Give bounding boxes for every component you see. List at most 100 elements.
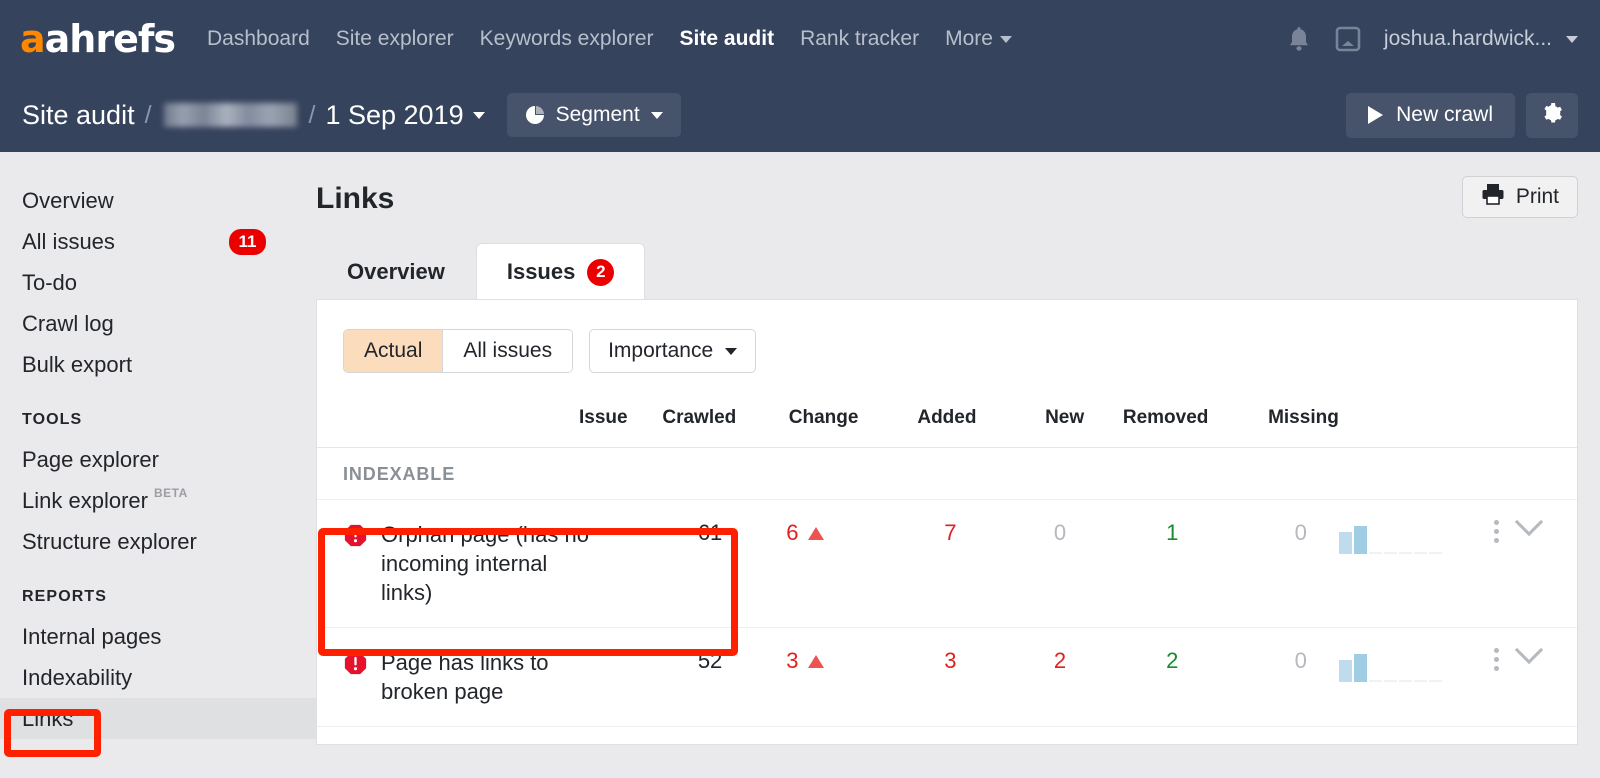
table-group-row-indexable: INDEXABLE: [317, 447, 1577, 500]
col-header-missing[interactable]: Missing: [1208, 397, 1339, 448]
chevron-down-icon: [725, 347, 738, 355]
sidebar-item-indexability[interactable]: Indexability: [0, 657, 316, 698]
cell-issue: Page has links to broken page: [317, 627, 628, 727]
print-label: Print: [1515, 185, 1559, 208]
sidebar-item-crawl-log[interactable]: Crawl log: [0, 303, 316, 344]
sidebar: Overview All issues 11 To-do Crawl log B…: [0, 152, 316, 778]
issue-title: Orphan page (has no incoming internal li…: [381, 522, 589, 605]
nav-link-keywords-explorer[interactable]: Keywords explorer: [480, 27, 654, 51]
table-row-broken-page-links[interactable]: Page has links to broken page 52 3 3 2 2…: [317, 627, 1577, 727]
chevron-down-icon: [650, 111, 663, 119]
col-header-sparkline: [1338, 397, 1474, 448]
row-menu-icon[interactable]: [1473, 520, 1519, 543]
nav-link-site-explorer[interactable]: Site explorer: [336, 27, 454, 51]
breadcrumb-project-redacted[interactable]: [163, 103, 297, 127]
sidebar-item-structure-explorer[interactable]: Structure explorer: [0, 521, 316, 562]
cell-crawled: 61: [627, 499, 737, 628]
col-header-removed[interactable]: Removed: [1084, 397, 1209, 448]
chevron-down-icon: [999, 35, 1012, 43]
nav-link-dashboard[interactable]: Dashboard: [207, 27, 310, 51]
cell-row-expand: [1514, 499, 1577, 628]
sidebar-badge-count: 11: [229, 228, 266, 255]
printer-icon: [1481, 183, 1505, 211]
importance-dropdown[interactable]: Importance: [589, 329, 757, 373]
cell-sparkline: [1338, 499, 1474, 628]
filter-all-issues-button[interactable]: All issues: [442, 330, 573, 372]
tab-issues[interactable]: Issues 2: [475, 243, 646, 300]
filter-actual-button[interactable]: Actual: [344, 330, 443, 372]
issues-table-body: INDEXABLE Orphan page (has no incoming i…: [317, 447, 1577, 744]
col-header-added[interactable]: Added: [858, 397, 977, 448]
col-header-change[interactable]: Change: [736, 397, 859, 448]
cell-added: [858, 726, 977, 744]
issues-table-head: Issue Crawled Change Added New Removed M…: [317, 397, 1577, 448]
change-value: 6: [786, 520, 799, 545]
sidebar-item-label: Overview: [22, 187, 114, 213]
nav-link-site-audit[interactable]: Site audit: [680, 27, 775, 51]
gear-icon: [1540, 101, 1564, 130]
tab-overview[interactable]: Overview: [316, 243, 476, 300]
chevron-down-icon[interactable]: [1514, 635, 1544, 665]
cell-sparkline: [1338, 726, 1474, 744]
app-root: a ahrefs Dashboard Site explorer Keywords…: [0, 0, 1600, 778]
row-menu-icon[interactable]: [1473, 648, 1519, 671]
cell-crawled: 52: [627, 627, 737, 727]
sidebar-item-all-issues[interactable]: All issues 11: [0, 221, 316, 262]
cell-change: [736, 726, 859, 744]
col-header-expand: [1518, 397, 1577, 448]
user-menu[interactable]: joshua.hardwick...: [1384, 27, 1578, 51]
cell-row-expand: [1514, 627, 1577, 727]
sidebar-item-links[interactable]: Links: [0, 698, 316, 739]
chevron-down-icon[interactable]: [1514, 507, 1544, 537]
chat-icon[interactable]: [1334, 25, 1362, 53]
arrow-up-icon: [808, 526, 825, 540]
breadcrumb-site-audit[interactable]: Site audit: [22, 100, 135, 131]
nav-link-more[interactable]: More: [945, 27, 1012, 51]
cell-missing: [1208, 726, 1339, 744]
col-header-crawled[interactable]: Crawled: [627, 397, 737, 448]
breadcrumb-date-selector[interactable]: 1 Sep 2019: [325, 99, 485, 131]
sidebar-item-bulk-export[interactable]: Bulk export: [0, 344, 316, 385]
sidebar-item-page-explorer[interactable]: Page explorer: [0, 439, 316, 480]
play-icon: [1368, 106, 1384, 124]
sidebar-item-link-explorer[interactable]: Link explorer BETA: [0, 480, 316, 521]
table-row-orphan-page[interactable]: Orphan page (has no incoming internal li…: [317, 499, 1577, 628]
ahrefs-logo[interactable]: a ahrefs: [20, 17, 176, 61]
new-crawl-button[interactable]: New crawl: [1346, 92, 1515, 138]
cell-sparkline: [1338, 627, 1474, 727]
sidebar-item-label: Bulk export: [22, 351, 133, 377]
sidebar-item-to-do[interactable]: To-do: [0, 262, 316, 303]
cell-row-menu: [1473, 499, 1519, 628]
issue-title: Page has links to broken page: [381, 650, 549, 704]
sidebar-item-internal-pages[interactable]: Internal pages: [0, 616, 316, 657]
cell-issue: Orphan page (has no incoming internal li…: [317, 499, 628, 628]
col-header-new[interactable]: New: [976, 397, 1085, 448]
breadcrumb-date-label: 1 Sep 2019: [325, 99, 464, 130]
cell-added: 7: [858, 499, 977, 628]
table-row-partial[interactable]: [317, 726, 1577, 744]
col-header-issue[interactable]: Issue: [317, 397, 628, 448]
settings-button[interactable]: [1526, 92, 1578, 138]
beta-tag: BETA: [153, 486, 188, 500]
sidebar-item-overview[interactable]: Overview: [0, 180, 316, 221]
change-value: 3: [786, 648, 799, 673]
cell-removed: 1: [1084, 499, 1209, 628]
cell-new: 0: [976, 499, 1085, 628]
chevron-down-icon[interactable]: [1514, 734, 1544, 744]
page-title: Links: [316, 182, 395, 215]
chevron-down-icon: [472, 111, 485, 119]
print-button[interactable]: Print: [1461, 176, 1578, 218]
sparkline-chart: [1338, 648, 1474, 682]
cell-row-menu: [1473, 627, 1519, 727]
chevron-down-icon: [1566, 35, 1578, 43]
pie-chart-icon: [525, 105, 545, 125]
nav-link-rank-tracker[interactable]: Rank tracker: [800, 27, 919, 51]
new-crawl-label: New crawl: [1396, 103, 1493, 126]
cell-added: 3: [858, 627, 977, 727]
subheader-actions: New crawl: [1346, 92, 1578, 138]
segment-button[interactable]: Segment: [506, 93, 681, 137]
tab-label: Issues: [506, 259, 576, 284]
sidebar-item-label: Crawl log: [22, 310, 114, 336]
scope-segmented-control: Actual All issues: [343, 329, 574, 373]
bell-icon[interactable]: [1286, 25, 1312, 53]
